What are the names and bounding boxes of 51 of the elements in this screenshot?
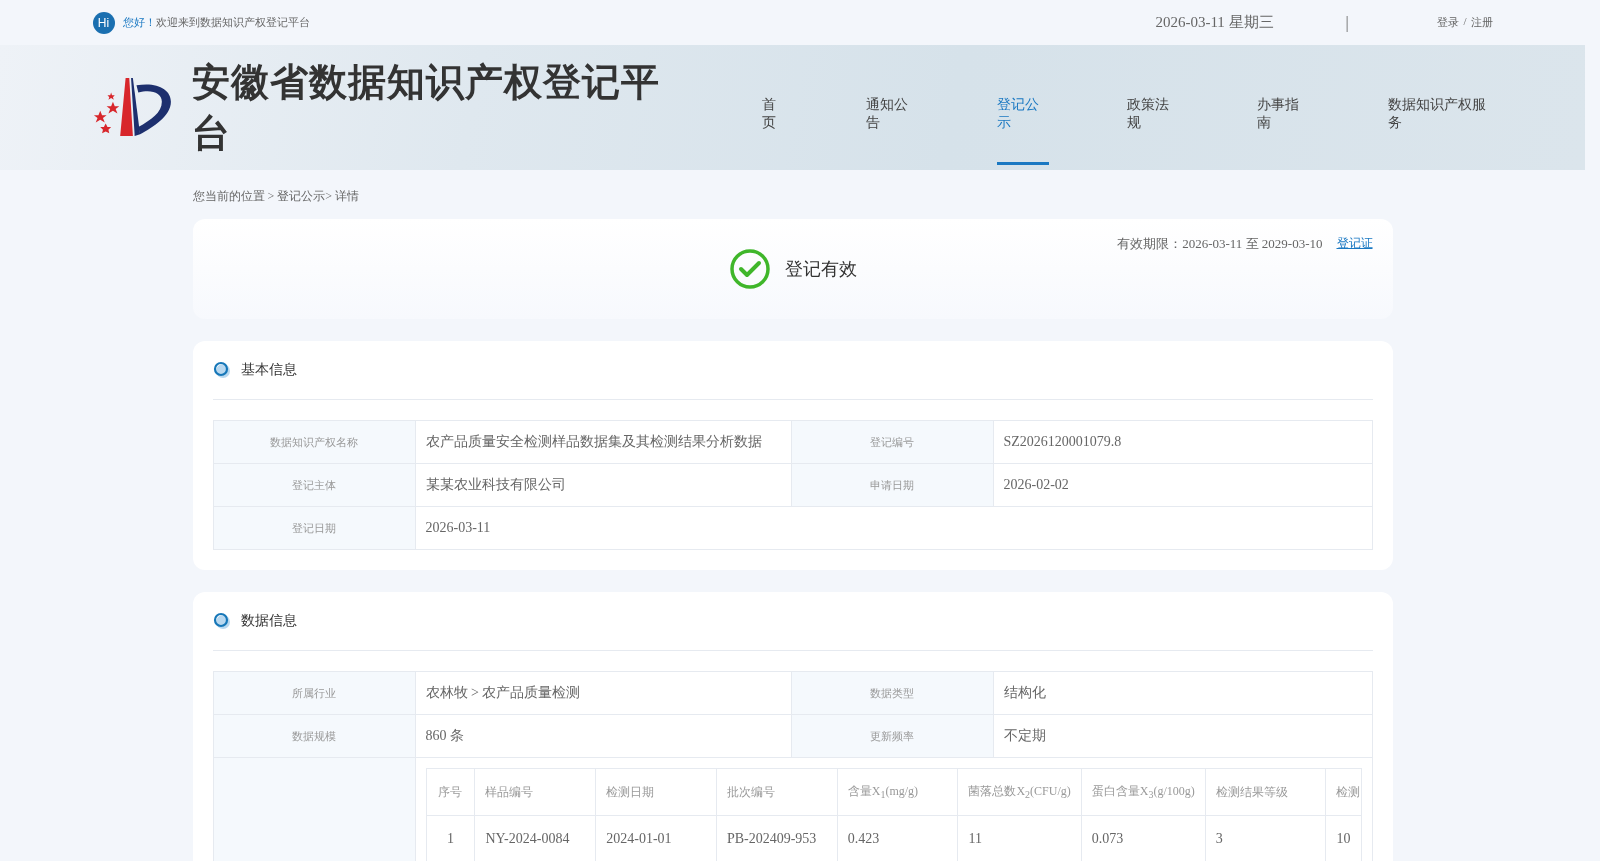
column-header: 蛋白含量X$_{3}$(g/100g) — [1081, 768, 1206, 816]
column-header: 检测结果等级 — [1205, 768, 1326, 816]
field-label: 数据知识产权名称 — [213, 420, 415, 464]
nav-tab[interactable]: 办事指南 — [1257, 50, 1310, 165]
column-header: 样品编号 — [474, 768, 596, 816]
column-header: 批次编号 — [716, 768, 838, 816]
slash-text: / — [1463, 15, 1467, 29]
field-value: 结构化 — [993, 671, 1372, 715]
nav-tab[interactable]: 登记公示 — [996, 50, 1050, 165]
column-header: 检测日期 — [595, 768, 717, 816]
field-value: SZ2026120001079.8 — [993, 420, 1372, 464]
field-value: 2026-02-02 — [993, 463, 1372, 507]
field-value: 农林牧 > 农产品质量检测 — [415, 671, 791, 715]
column-header: 检测 — [1325, 768, 1361, 816]
column-header: 菌落总数X$_{2}$(CFU/g) — [957, 768, 1082, 816]
field-label: 登记主体 — [213, 463, 415, 507]
nav-tab[interactable]: 政策法规 — [1127, 50, 1180, 165]
certificate-link[interactable]: 登记证 — [1336, 235, 1373, 253]
field-label: 数据类型 — [791, 671, 993, 715]
table-cell: 1 — [426, 815, 475, 861]
status-text: 登记有效 — [784, 258, 857, 281]
login-link[interactable]: 登录 — [1437, 15, 1460, 30]
nav-tab[interactable]: 通知公告 — [866, 50, 919, 165]
date-text: 2026-03-11 星期三 — [1155, 13, 1275, 32]
section-title: 数据信息 — [240, 612, 297, 630]
field-label: 数据规模 — [213, 714, 415, 758]
section-title: 基本信息 — [240, 361, 297, 379]
field-value: 不定期 — [993, 714, 1372, 758]
field-value: 860 条 — [415, 714, 791, 758]
register-link[interactable]: 注册 — [1470, 15, 1493, 30]
field-value: 农产品质量安全检测样品数据集及其检测结果分析数据 — [415, 420, 791, 464]
field-label: 申请日期 — [791, 463, 993, 507]
field-label: 更新频率 — [791, 714, 993, 758]
field-label: 所属行业 — [213, 671, 415, 715]
bullet-icon — [212, 361, 231, 379]
field-label: 登记编号 — [791, 420, 993, 464]
nav-tab[interactable]: 首页 — [762, 50, 789, 165]
field-label: 登记日期 — [213, 506, 415, 550]
separator: | — [1345, 13, 1350, 32]
check-circle-icon — [728, 248, 771, 290]
validity-text: 有效期限：2026-03-11 至 2029-03-10 — [1117, 235, 1323, 253]
field-value: 2026-03-11 — [415, 506, 1372, 550]
nav-tab[interactable]: 数据知识产权服务 — [1387, 50, 1493, 165]
breadcrumb: 您当前的位置 > 登记公示> 详情 — [192, 188, 361, 205]
column-header: 含量X$_{1}$(mg/g) — [837, 768, 958, 816]
bullet-icon — [212, 612, 231, 630]
site-title: 安徽省数据知识产权登记平台 — [192, 58, 662, 157]
hi-badge: Hi — [92, 11, 115, 34]
column-header: 序号 — [426, 768, 475, 816]
greeting-text: 您好！欢迎来到数据知识产权登记平台 — [122, 15, 310, 30]
field-value: 某某农业科技有限公司 — [415, 463, 791, 507]
